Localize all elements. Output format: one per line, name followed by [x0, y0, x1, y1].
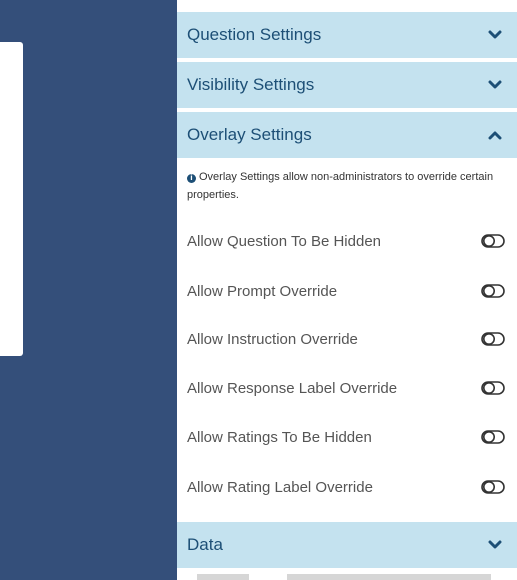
question-settings-header[interactable]: Question Settings — [177, 12, 517, 58]
option-label: Allow Rating Label Override — [187, 478, 373, 496]
question-settings-label: Question Settings — [187, 25, 322, 44]
option-label: Allow Instruction Override — [187, 330, 358, 348]
info-circle-icon: i — [187, 174, 196, 183]
left-content-card — [0, 42, 23, 356]
overlay-settings-label: Overlay Settings — [187, 125, 312, 144]
option-row-question-hidden: Allow Question To Be Hidden — [177, 226, 517, 256]
option-row-ratings-hidden: Allow Ratings To Be Hidden — [177, 422, 517, 452]
toggle-off-icon[interactable] — [481, 430, 505, 444]
overlay-info-note: i Overlay Settings allow non-administrato… — [187, 168, 512, 204]
toggle-off-icon[interactable] — [481, 381, 505, 395]
visibility-settings-header[interactable]: Visibility Settings — [177, 62, 517, 108]
option-row-instruction-override: Allow Instruction Override — [177, 324, 517, 354]
partial-control-right — [287, 574, 491, 580]
overlay-settings-header[interactable]: Overlay Settings — [177, 112, 517, 158]
chevron-down-icon — [487, 77, 503, 93]
toggle-off-icon[interactable] — [481, 332, 505, 346]
visibility-settings-label: Visibility Settings — [187, 75, 315, 94]
option-row-rating-label-override: Allow Rating Label Override — [177, 472, 517, 502]
toggle-off-icon[interactable] — [481, 284, 505, 298]
left-panel — [0, 0, 177, 580]
option-label: Allow Ratings To Be Hidden — [187, 428, 372, 446]
toggle-off-icon[interactable] — [481, 234, 505, 248]
option-label: Allow Prompt Override — [187, 282, 338, 300]
data-section-label: Data — [187, 535, 223, 554]
option-row-prompt-override: Allow Prompt Override — [177, 276, 517, 306]
chevron-down-icon — [487, 537, 503, 553]
overlay-info-text: Overlay Settings allow non-administrator… — [187, 171, 494, 201]
chevron-up-icon — [487, 127, 503, 143]
option-row-response-label-override: Allow Response Label Override — [177, 373, 517, 403]
chevron-down-icon — [487, 27, 503, 43]
toggle-off-icon[interactable] — [481, 480, 505, 494]
partial-control-left — [197, 574, 249, 580]
option-label: Allow Question To Be Hidden — [187, 232, 382, 250]
option-label: Allow Response Label Override — [187, 379, 398, 397]
settings-panel: Question Settings Visibility Settings Ov… — [177, 0, 517, 580]
data-section-header[interactable]: Data — [177, 522, 517, 568]
